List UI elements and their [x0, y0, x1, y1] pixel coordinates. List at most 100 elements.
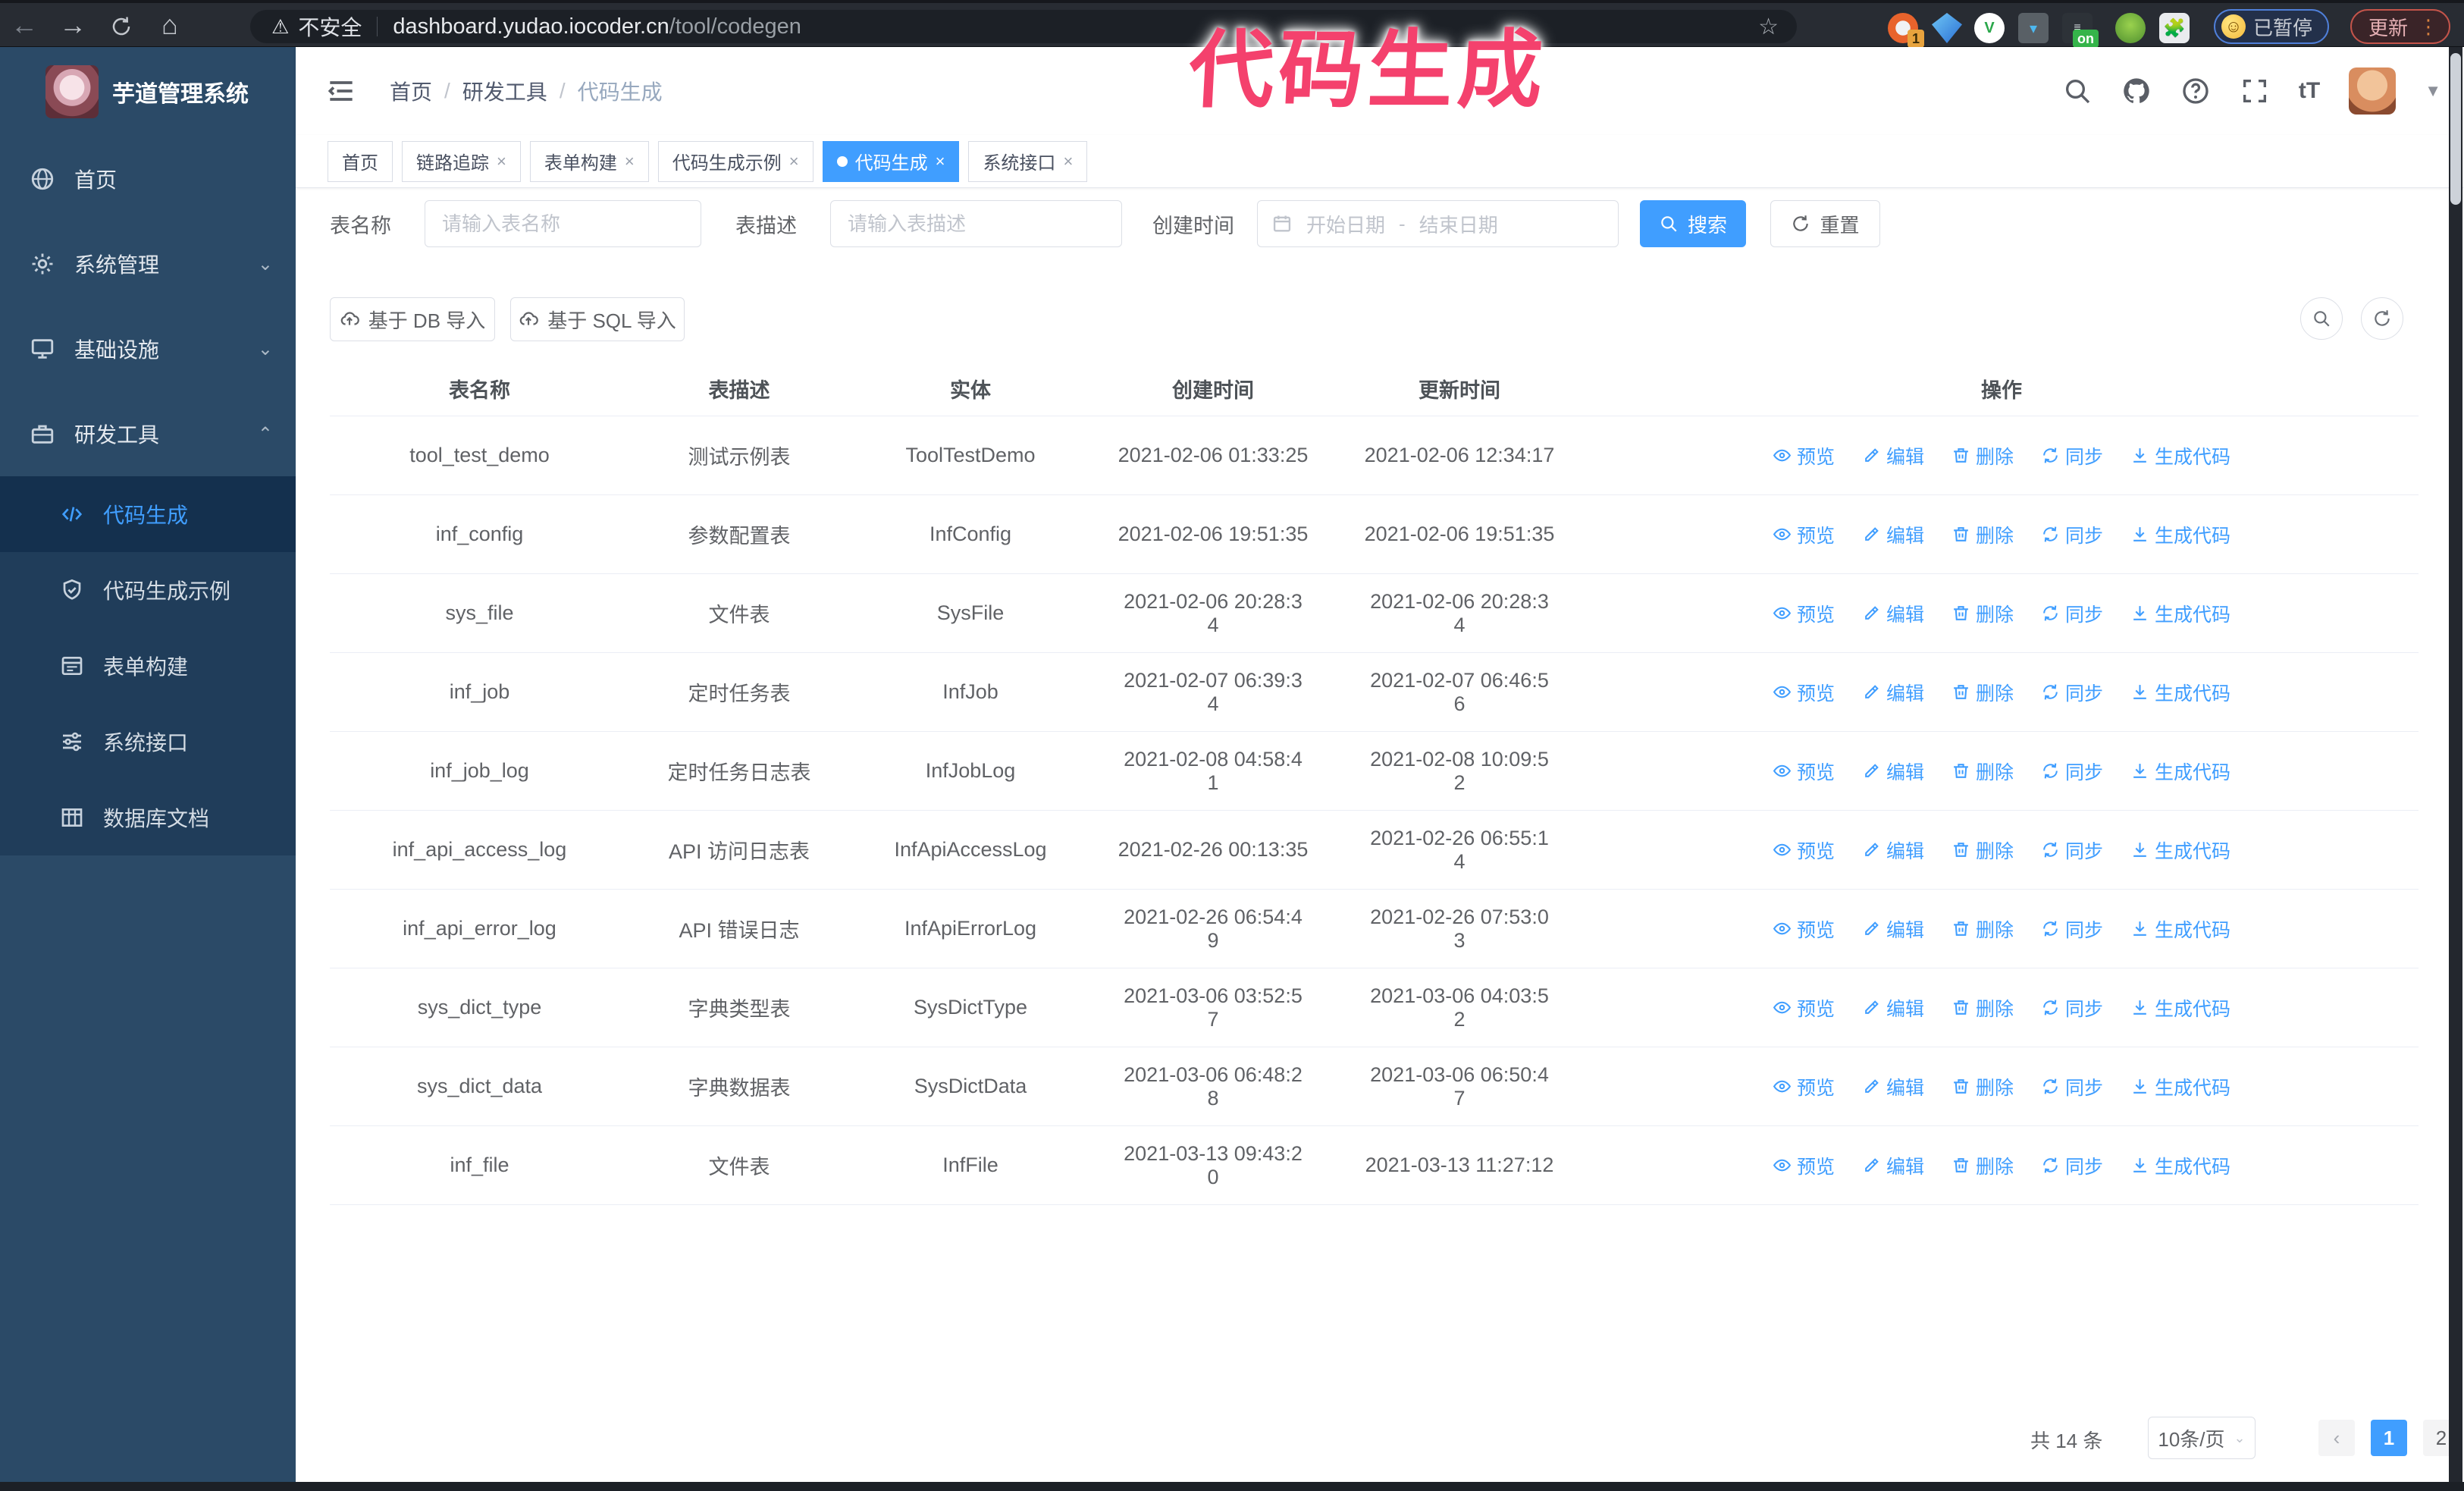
preview-link[interactable]: 预览: [1773, 679, 1835, 706]
sidebar-item-api[interactable]: 系统接口: [0, 704, 296, 780]
security-label[interactable]: 不安全: [298, 11, 362, 42]
search-icon[interactable]: [2062, 76, 2093, 106]
edit-link[interactable]: 编辑: [1862, 679, 1924, 706]
delete-link[interactable]: 删除: [1951, 679, 2014, 706]
window-scrollbar[interactable]: [2449, 47, 2462, 1482]
edit-link[interactable]: 编辑: [1862, 837, 1924, 864]
caret-down-icon[interactable]: ▼: [2425, 81, 2441, 101]
browser-forward-icon[interactable]: →: [49, 9, 97, 41]
sidebar-item-codegen[interactable]: 代码生成: [0, 476, 296, 552]
date-range-picker[interactable]: 开始日期 - 结束日期: [1257, 200, 1619, 247]
preview-link[interactable]: 预览: [1773, 600, 1835, 627]
close-icon[interactable]: ×: [497, 152, 506, 171]
edit-link[interactable]: 编辑: [1862, 1152, 1924, 1179]
close-icon[interactable]: ×: [789, 152, 799, 171]
preview-link[interactable]: 预览: [1773, 1073, 1835, 1100]
sync-link[interactable]: 同步: [2041, 1073, 2103, 1100]
extension-icon-4[interactable]: ▾: [2018, 13, 2049, 43]
sync-link[interactable]: 同步: [2041, 600, 2103, 627]
bookmark-star-icon[interactable]: ☆: [1758, 14, 1779, 40]
url-host[interactable]: dashboard.yudao.iocoder.cn: [393, 14, 669, 39]
delete-link[interactable]: 删除: [1951, 915, 2014, 943]
tab-codegen[interactable]: 代码生成 ×: [822, 140, 960, 182]
sidebar-item-system[interactable]: 系统管理 ⌄: [0, 221, 296, 306]
sync-link[interactable]: 同步: [2041, 521, 2103, 548]
extension-icon-3[interactable]: V: [1974, 13, 2005, 43]
browser-reload-icon[interactable]: [97, 9, 146, 41]
preview-link[interactable]: 预览: [1773, 1152, 1835, 1179]
breadcrumb-devtools[interactable]: 研发工具: [462, 76, 547, 106]
page-button-1[interactable]: 1: [2371, 1420, 2407, 1456]
generate-code-link[interactable]: 生成代码: [2130, 679, 2230, 706]
tab-codegen-demo[interactable]: 代码生成示例 ×: [657, 140, 813, 182]
reset-button[interactable]: 重置: [1770, 200, 1880, 247]
extension-icon-6[interactable]: [2115, 13, 2146, 43]
generate-code-link[interactable]: 生成代码: [2130, 915, 2230, 943]
tab-form-builder[interactable]: 表单构建 ×: [529, 140, 649, 182]
edit-link[interactable]: 编辑: [1862, 1073, 1924, 1100]
search-button[interactable]: 搜索: [1640, 200, 1746, 247]
font-size-icon[interactable]: tT: [2299, 78, 2320, 104]
sync-link[interactable]: 同步: [2041, 915, 2103, 943]
preview-link[interactable]: 预览: [1773, 758, 1835, 785]
browser-back-icon[interactable]: ←: [0, 9, 49, 41]
profile-paused-chip[interactable]: ☺ 已暂停: [2213, 9, 2329, 44]
generate-code-link[interactable]: 生成代码: [2130, 521, 2230, 548]
sidebar-item-home[interactable]: 首页: [0, 137, 296, 221]
preview-link[interactable]: 预览: [1773, 915, 1835, 943]
tab-api[interactable]: 系统接口 ×: [968, 140, 1088, 182]
delete-link[interactable]: 删除: [1951, 1152, 2014, 1179]
sync-link[interactable]: 同步: [2041, 758, 2103, 785]
extension-icon-2[interactable]: [1932, 13, 1962, 43]
sync-link[interactable]: 同步: [2041, 994, 2103, 1022]
sidebar-item-infra[interactable]: 基础设施 ⌄: [0, 306, 296, 391]
delete-link[interactable]: 删除: [1951, 758, 2014, 785]
extension-icon-1[interactable]: 1: [1888, 13, 1924, 48]
generate-code-link[interactable]: 生成代码: [2130, 600, 2230, 627]
url-path[interactable]: /tool/codegen: [669, 14, 801, 39]
generate-code-link[interactable]: 生成代码: [2130, 1152, 2230, 1179]
edit-link[interactable]: 编辑: [1862, 521, 1924, 548]
github-icon[interactable]: [2121, 76, 2152, 106]
delete-link[interactable]: 删除: [1951, 994, 2014, 1022]
delete-link[interactable]: 删除: [1951, 442, 2014, 469]
preview-link[interactable]: 预览: [1773, 837, 1835, 864]
sidebar-item-codegen-demo[interactable]: 代码生成示例: [0, 552, 296, 628]
address-bar[interactable]: ⚠ 不安全 dashboard.yudao.iocoder.cn/tool/co…: [250, 10, 1797, 43]
avatar[interactable]: [2349, 67, 2397, 115]
preview-link[interactable]: 预览: [1773, 442, 1835, 469]
table-desc-input[interactable]: [830, 200, 1122, 247]
delete-link[interactable]: 删除: [1951, 1073, 2014, 1100]
import-db-button[interactable]: 基于 DB 导入: [330, 297, 495, 341]
table-name-input[interactable]: [425, 200, 701, 247]
close-icon[interactable]: ×: [625, 152, 635, 171]
generate-code-link[interactable]: 生成代码: [2130, 442, 2230, 469]
edit-link[interactable]: 编辑: [1862, 758, 1924, 785]
toggle-search-button[interactable]: [2300, 297, 2343, 340]
sync-link[interactable]: 同步: [2041, 1152, 2103, 1179]
extensions-puzzle-icon[interactable]: 🧩: [2159, 13, 2190, 43]
breadcrumb-home[interactable]: 首页: [390, 76, 432, 106]
start-date-placeholder[interactable]: 开始日期: [1306, 210, 1385, 238]
import-sql-button[interactable]: 基于 SQL 导入: [510, 297, 685, 341]
prev-page-button[interactable]: ‹: [2318, 1420, 2355, 1456]
sync-link[interactable]: 同步: [2041, 679, 2103, 706]
generate-code-link[interactable]: 生成代码: [2130, 837, 2230, 864]
generate-code-link[interactable]: 生成代码: [2130, 994, 2230, 1022]
close-icon[interactable]: ×: [936, 152, 945, 171]
browser-home-icon[interactable]: ⌂: [146, 9, 194, 41]
edit-link[interactable]: 编辑: [1862, 994, 1924, 1022]
sidebar-item-devtools[interactable]: 研发工具 ⌃: [0, 391, 296, 476]
fullscreen-icon[interactable]: [2240, 76, 2270, 106]
edit-link[interactable]: 编辑: [1862, 442, 1924, 469]
sync-link[interactable]: 同步: [2041, 837, 2103, 864]
extension-icon-5[interactable]: ≡ on: [2062, 13, 2099, 48]
edit-link[interactable]: 编辑: [1862, 915, 1924, 943]
sidebar-item-db-doc[interactable]: 数据库文档: [0, 780, 296, 855]
tab-tracing[interactable]: 链路追踪 ×: [402, 140, 521, 182]
preview-link[interactable]: 预览: [1773, 994, 1835, 1022]
close-icon[interactable]: ×: [1063, 152, 1073, 171]
delete-link[interactable]: 删除: [1951, 837, 2014, 864]
delete-link[interactable]: 删除: [1951, 600, 2014, 627]
help-icon[interactable]: [2180, 76, 2211, 106]
